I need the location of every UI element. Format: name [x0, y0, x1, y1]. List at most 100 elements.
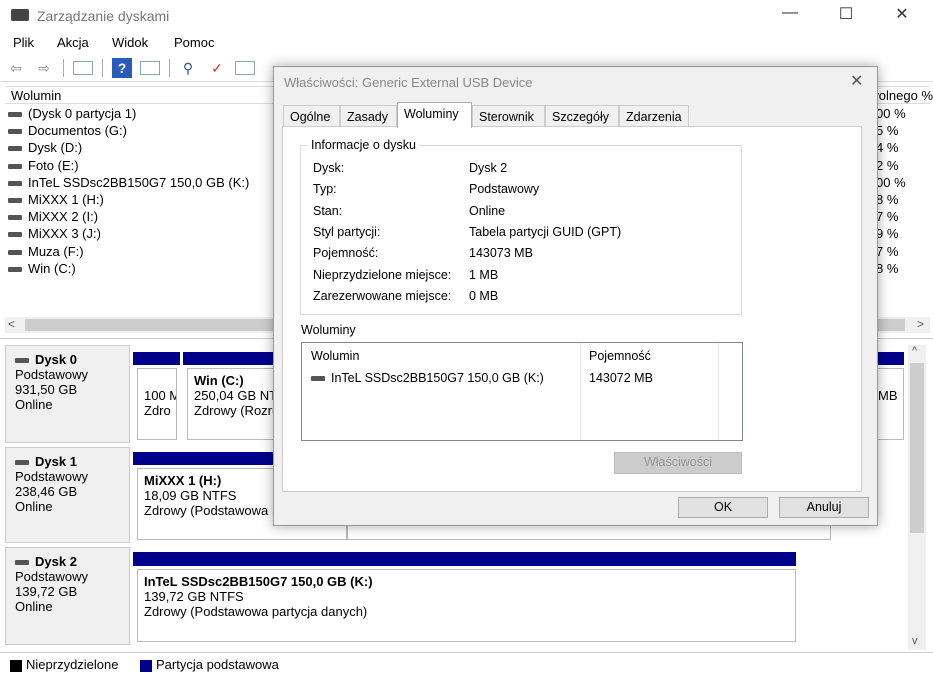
back-icon[interactable]: ⇦ — [6, 58, 26, 78]
menu-pomoc[interactable]: Pomoc — [174, 35, 214, 50]
volume-row[interactable]: InTeL SSDsc2BB150G7 150,0 GB (K:) — [311, 371, 544, 385]
drive-icon — [8, 146, 22, 152]
info-label: Nieprzydzielone miejsce: — [313, 267, 452, 282]
drive-icon — [8, 215, 22, 221]
tab-1[interactable]: Zasady — [340, 105, 397, 127]
free-percent: 7 % — [876, 243, 899, 259]
tab-0[interactable]: Ogólne — [283, 105, 340, 127]
free-percent: 7 % — [876, 209, 899, 225]
free-percent: 8 % — [876, 192, 899, 207]
menu-widok[interactable]: Widok — [112, 35, 148, 50]
drive-icon — [8, 198, 22, 204]
disk-info-group-label: Informacje o dysku — [308, 138, 419, 152]
free-percent: 00 % — [876, 174, 906, 190]
info-value: 143073 MB — [469, 246, 533, 261]
menu-bar: Plik Akcja Widok Pomoc — [0, 32, 933, 54]
volume-list-item[interactable]: MiXXX 3 (J:) — [8, 226, 101, 243]
info-label: Typ: — [313, 182, 337, 197]
disk-icon — [15, 460, 29, 466]
tab-2[interactable]: Woluminy — [397, 102, 472, 128]
vertical-scrollbar[interactable]: ^ v — [908, 345, 926, 650]
disk-label-1[interactable]: Dysk 1 Podstawowy 238,46 GB Online — [5, 447, 130, 543]
volume-list-item[interactable]: InTeL SSDsc2BB150G7 150,0 GB (K:) — [8, 175, 249, 192]
info-value: Online — [469, 203, 506, 218]
info-label: Stan: — [313, 203, 343, 218]
show-action-pane-icon[interactable] — [140, 61, 160, 75]
drive-icon — [8, 129, 22, 135]
drive-icon — [8, 180, 22, 186]
drive-icon — [8, 112, 22, 118]
drive-icon — [8, 232, 22, 238]
disk-label-2[interactable]: Dysk 2 Podstawowy 139,72 GB Online — [5, 547, 130, 645]
free-percent: 8 % — [876, 260, 899, 276]
separator — [102, 59, 103, 77]
info-value: Dysk 2 — [469, 161, 508, 175]
volume-list-item[interactable]: Dysk (D:) — [8, 140, 82, 157]
volume-list-item[interactable]: Win (C:) — [8, 261, 76, 278]
partition-right[interactable]: MB — [877, 368, 904, 440]
info-label: Pojemność: — [313, 246, 379, 261]
dialog-title: Właściwości: Generic External USB Device — [284, 75, 533, 90]
minimize-button[interactable]: — — [770, 4, 810, 28]
legend-unallocated: Nieprzydzielone — [10, 657, 119, 672]
show-hide-console-tree-icon[interactable] — [73, 61, 93, 75]
volume-list-item[interactable]: MiXXX 2 (I:) — [8, 209, 98, 226]
disk-icon — [15, 358, 29, 364]
volume-list-item[interactable]: (Dysk 0 partycja 1) — [8, 106, 136, 123]
info-value: 1 MB — [469, 267, 499, 282]
partition-win-c[interactable]: Win (C:)250,04 GB NTFSZdrowy (Rozruch — [187, 368, 275, 440]
free-percent: 5 % — [876, 123, 899, 139]
info-label: Dysk: — [313, 161, 345, 175]
partition[interactable]: 100 M Zdro — [137, 368, 177, 440]
info-value: 0 MB — [469, 288, 499, 303]
separator — [169, 59, 170, 77]
legend: Nieprzydzielone Partycja podstawowa — [0, 652, 933, 674]
column-header-capacity[interactable]: Pojemność — [589, 349, 651, 363]
forward-icon[interactable]: ⇨ — [34, 58, 54, 78]
checklist-icon[interactable]: ✓ — [207, 58, 227, 78]
column-header-volume[interactable]: Wolumin — [11, 88, 61, 103]
drive-icon — [8, 266, 22, 272]
partition-intel-k[interactable]: InTeL SSDsc2BB150G7 150,0 GB (K:) 139,72 … — [137, 569, 796, 642]
volume-list-item[interactable]: Documentos (G:) — [8, 123, 127, 140]
free-percent: 4 % — [876, 140, 899, 156]
drive-icon — [8, 249, 22, 255]
legend-primary-partition: Partycja podstawowa — [140, 657, 279, 672]
dialog-close-button[interactable]: ✕ — [850, 71, 863, 91]
info-value: Tabela partycji GUID (GPT) — [469, 224, 622, 239]
volumes-list[interactable]: Wolumin Pojemność InTeL SSDsc2BB150G7 15… — [301, 342, 743, 441]
connect-disk-icon[interactable]: ⚲ — [178, 58, 198, 78]
properties-list-icon[interactable] — [235, 61, 255, 75]
volume-list-item[interactable]: Muza (F:) — [8, 244, 84, 261]
maximize-button[interactable]: ☐ — [826, 4, 866, 28]
disk-label-0[interactable]: Dysk 0 Podstawowy 931,50 GB Online — [5, 345, 130, 443]
free-percent: 2 % — [876, 157, 899, 173]
volume-list-item[interactable]: MiXXX 1 (H:) — [8, 192, 104, 209]
free-percent: 9 % — [876, 226, 899, 242]
free-percent: 00 % — [876, 106, 906, 121]
volume-properties-button[interactable]: Właściwości — [614, 452, 742, 474]
tab-5[interactable]: Zdarzenia — [619, 105, 689, 127]
volume-capacity: 143072 MB — [589, 371, 653, 385]
menu-plik[interactable]: Plik — [13, 35, 34, 50]
cancel-button[interactable]: Anuluj — [779, 497, 869, 518]
menu-akcja[interactable]: Akcja — [57, 35, 89, 50]
disk-management-icon — [11, 9, 29, 21]
info-label: Styl partycji: — [313, 224, 381, 239]
tab-3[interactable]: Sterownik — [472, 105, 545, 127]
tab-panel-volumes: Informacje o dysku Dysk: Dysk 2 Typ: Podsta… — [282, 126, 862, 492]
ok-button[interactable]: OK — [678, 497, 768, 518]
title-bar: Zarządzanie dyskami — ☐ ✕ — [0, 0, 933, 32]
properties-dialog: Właściwości: Generic External USB Device… — [273, 66, 878, 526]
disk-icon — [15, 560, 29, 566]
help-icon[interactable]: ? — [112, 58, 132, 78]
window-title: Zarządzanie dyskami — [37, 8, 170, 24]
volumes-label: Woluminy — [301, 323, 356, 337]
column-header-volume[interactable]: Wolumin — [311, 349, 359, 363]
volume-list-item[interactable]: Foto (E:) — [8, 158, 79, 175]
info-label: Zarezerwowane miejsce: — [313, 288, 452, 303]
tab-4[interactable]: Szczegóły — [545, 105, 619, 127]
column-header-free-percent[interactable]: % wolnego — [873, 88, 933, 103]
close-button[interactable]: ✕ — [882, 4, 922, 28]
separator — [63, 59, 64, 77]
